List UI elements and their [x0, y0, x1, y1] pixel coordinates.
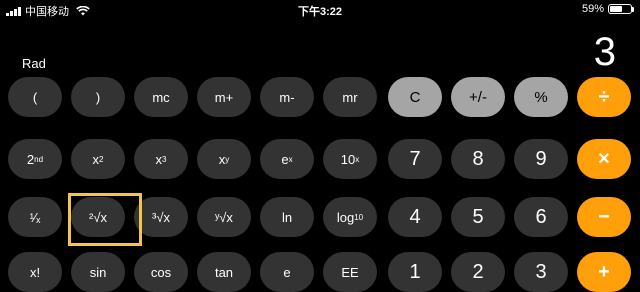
key-sup: x [355, 154, 360, 164]
key-sub: 10 [354, 212, 364, 222]
exp-button[interactable]: ex [260, 139, 314, 179]
key-label: mr [342, 89, 358, 105]
digit-2-button[interactable]: 2 [451, 252, 505, 292]
key-label: 4 [409, 205, 421, 228]
key-label: 7 [409, 147, 421, 170]
sin-button[interactable]: sin [71, 252, 125, 292]
clock: 下午3:22 [297, 6, 343, 18]
log10-button[interactable]: log 10 [323, 197, 377, 237]
digit-4-button[interactable]: 4 [388, 197, 442, 237]
key-sup: 3 [162, 154, 167, 164]
subtract-button[interactable]: − [577, 197, 631, 237]
result-display: 3 [593, 30, 616, 74]
percent-button[interactable]: % [514, 77, 568, 117]
digit-6-button[interactable]: 6 [514, 197, 568, 237]
key-label: ʸ√x [215, 209, 233, 225]
tan-button[interactable]: tan [197, 252, 251, 292]
key-sup: x [288, 154, 293, 164]
exponent-entry-button[interactable]: EE [323, 252, 377, 292]
key-label: m- [279, 89, 295, 105]
status-right: 59% [581, 3, 634, 15]
key-label: × [598, 147, 610, 170]
digit-8-button[interactable]: 8 [451, 139, 505, 179]
digit-7-button[interactable]: 7 [388, 139, 442, 179]
key-label: 6 [535, 205, 547, 228]
cube-root-button[interactable]: ³√x [134, 197, 188, 237]
key-label: EE [341, 264, 359, 280]
key-label: − [598, 205, 610, 228]
key-label: mc [152, 89, 170, 105]
key-label: tan [214, 264, 234, 280]
highlight-box [68, 193, 142, 246]
key-label: C [409, 88, 421, 106]
digit-9-button[interactable]: 9 [514, 139, 568, 179]
multiply-button[interactable]: × [577, 139, 631, 179]
key-label: x! [29, 264, 41, 280]
digit-5-button[interactable]: 5 [451, 197, 505, 237]
euler-button[interactable]: e [260, 252, 314, 292]
key-label: ¹⁄ₓ [29, 209, 41, 225]
second-function-button[interactable]: 2nd [8, 139, 62, 179]
key-label: e [281, 151, 289, 167]
key-label: 3 [535, 260, 547, 283]
key-label: 10 [340, 151, 356, 167]
key-label: 1 [409, 260, 421, 283]
cos-button[interactable]: cos [134, 252, 188, 292]
memory-subtract-button[interactable]: m- [260, 77, 314, 117]
key-label: ln [281, 209, 293, 225]
natural-log-button[interactable]: ln [260, 197, 314, 237]
ten-power-button[interactable]: 10 x [323, 139, 377, 179]
key-label: 2 [472, 260, 484, 283]
key-label: +/- [469, 88, 487, 106]
key-label: e [283, 264, 291, 280]
key-label: log [336, 209, 355, 225]
factorial-button[interactable]: x! [8, 252, 62, 292]
digit-1-button[interactable]: 1 [388, 252, 442, 292]
open-paren-button[interactable]: ( [8, 77, 62, 117]
key-label: 8 [472, 147, 484, 170]
key-label: ( [32, 89, 38, 105]
key-label: 2 [26, 151, 35, 167]
divide-button[interactable]: ÷ [577, 77, 631, 117]
square-button[interactable]: x2 [71, 139, 125, 179]
cube-button[interactable]: x3 [134, 139, 188, 179]
key-label: ÷ [598, 85, 610, 108]
close-paren-button[interactable]: ) [71, 77, 125, 117]
key-label: ³√x [152, 209, 170, 225]
key-sup: 2 [99, 154, 104, 164]
memory-recall-button[interactable]: mr [323, 77, 377, 117]
memory-add-button[interactable]: m+ [197, 77, 251, 117]
nth-root-button[interactable]: ʸ√x [197, 197, 251, 237]
key-label: 5 [472, 205, 484, 228]
angle-mode-label: Rad [22, 56, 46, 71]
reciprocal-button[interactable]: ¹⁄ₓ [8, 197, 62, 237]
battery-fill [610, 6, 622, 12]
digit-3-button[interactable]: 3 [514, 252, 568, 292]
key-label: 9 [535, 147, 547, 170]
sign-toggle-button[interactable]: +/- [451, 77, 505, 117]
key-label: % [534, 88, 548, 106]
battery-icon [608, 4, 634, 14]
battery-percent: 59% [581, 3, 604, 15]
status-bar: 中国移动 下午3:22 59% [0, 0, 640, 20]
key-label: m+ [214, 89, 234, 105]
key-label: cos [150, 264, 172, 280]
key-label: sin [89, 264, 107, 280]
memory-clear-button[interactable]: mc [134, 77, 188, 117]
key-label: + [598, 260, 610, 283]
key-sup: y [225, 154, 230, 164]
add-button[interactable]: + [577, 252, 631, 292]
clear-button[interactable]: C [388, 77, 442, 117]
key-sup: nd [34, 154, 44, 164]
power-button[interactable]: xy [197, 139, 251, 179]
key-label: ) [95, 89, 101, 105]
